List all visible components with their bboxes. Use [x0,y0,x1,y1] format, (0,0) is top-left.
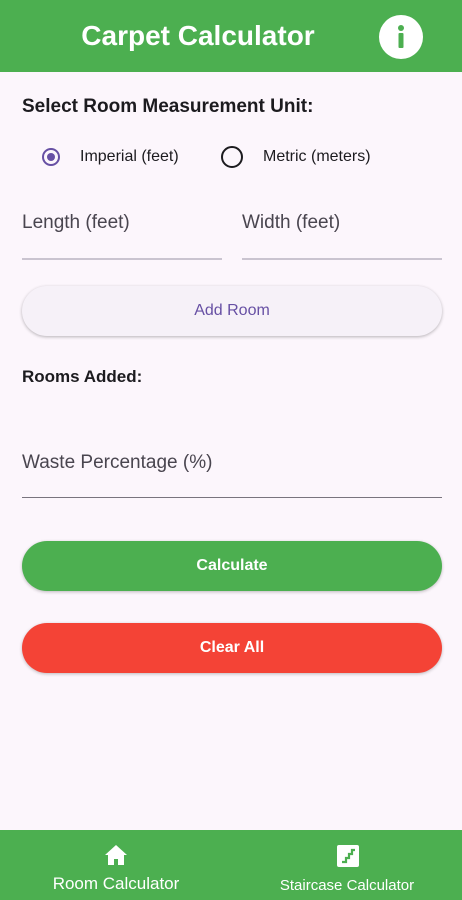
width-input-label: Width (feet) [242,212,341,233]
info-button[interactable] [379,15,423,59]
calculate-button[interactable]: Calculate [22,541,442,591]
app-bar: Carpet Calculator [0,0,462,72]
waste-percentage-input[interactable]: Waste Percentage (%) [22,452,442,498]
unit-section-title: Select Room Measurement Unit: [22,96,314,117]
home-icon [105,845,127,865]
radio-imperial-button[interactable] [42,148,60,166]
app-title: Carpet Calculator [81,20,315,51]
nav-item-staircase-calculator[interactable]: Staircase Calculator [232,830,462,900]
rooms-added-title: Rooms Added: [22,367,143,386]
radio-metric[interactable]: Metric (meters) [221,142,371,172]
length-input-label: Length (feet) [22,212,130,233]
width-input[interactable]: Width (feet) [242,212,442,260]
stairs-icon [337,845,359,867]
length-input[interactable]: Length (feet) [22,212,222,260]
radio-metric-button[interactable] [221,146,243,168]
radio-metric-label: Metric (meters) [263,148,371,165]
info-icon [398,25,404,48]
nav-label-room-calculator: Room Calculator [52,874,180,893]
bottom-navigation: Room Calculator Staircase Calculator [0,830,462,900]
nav-item-room-calculator[interactable]: Room Calculator [0,830,232,900]
clear-all-button[interactable]: Clear All [22,623,442,673]
app-root: Carpet Calculator Select Room Measuremen… [0,0,462,900]
radio-imperial[interactable]: Imperial (feet) [42,142,179,172]
nav-label-staircase-calculator: Staircase Calculator [279,877,415,894]
waste-percentage-label: Waste Percentage (%) [22,452,213,473]
radio-imperial-label: Imperial (feet) [80,148,179,165]
add-room-button[interactable]: Add Room [22,286,442,336]
